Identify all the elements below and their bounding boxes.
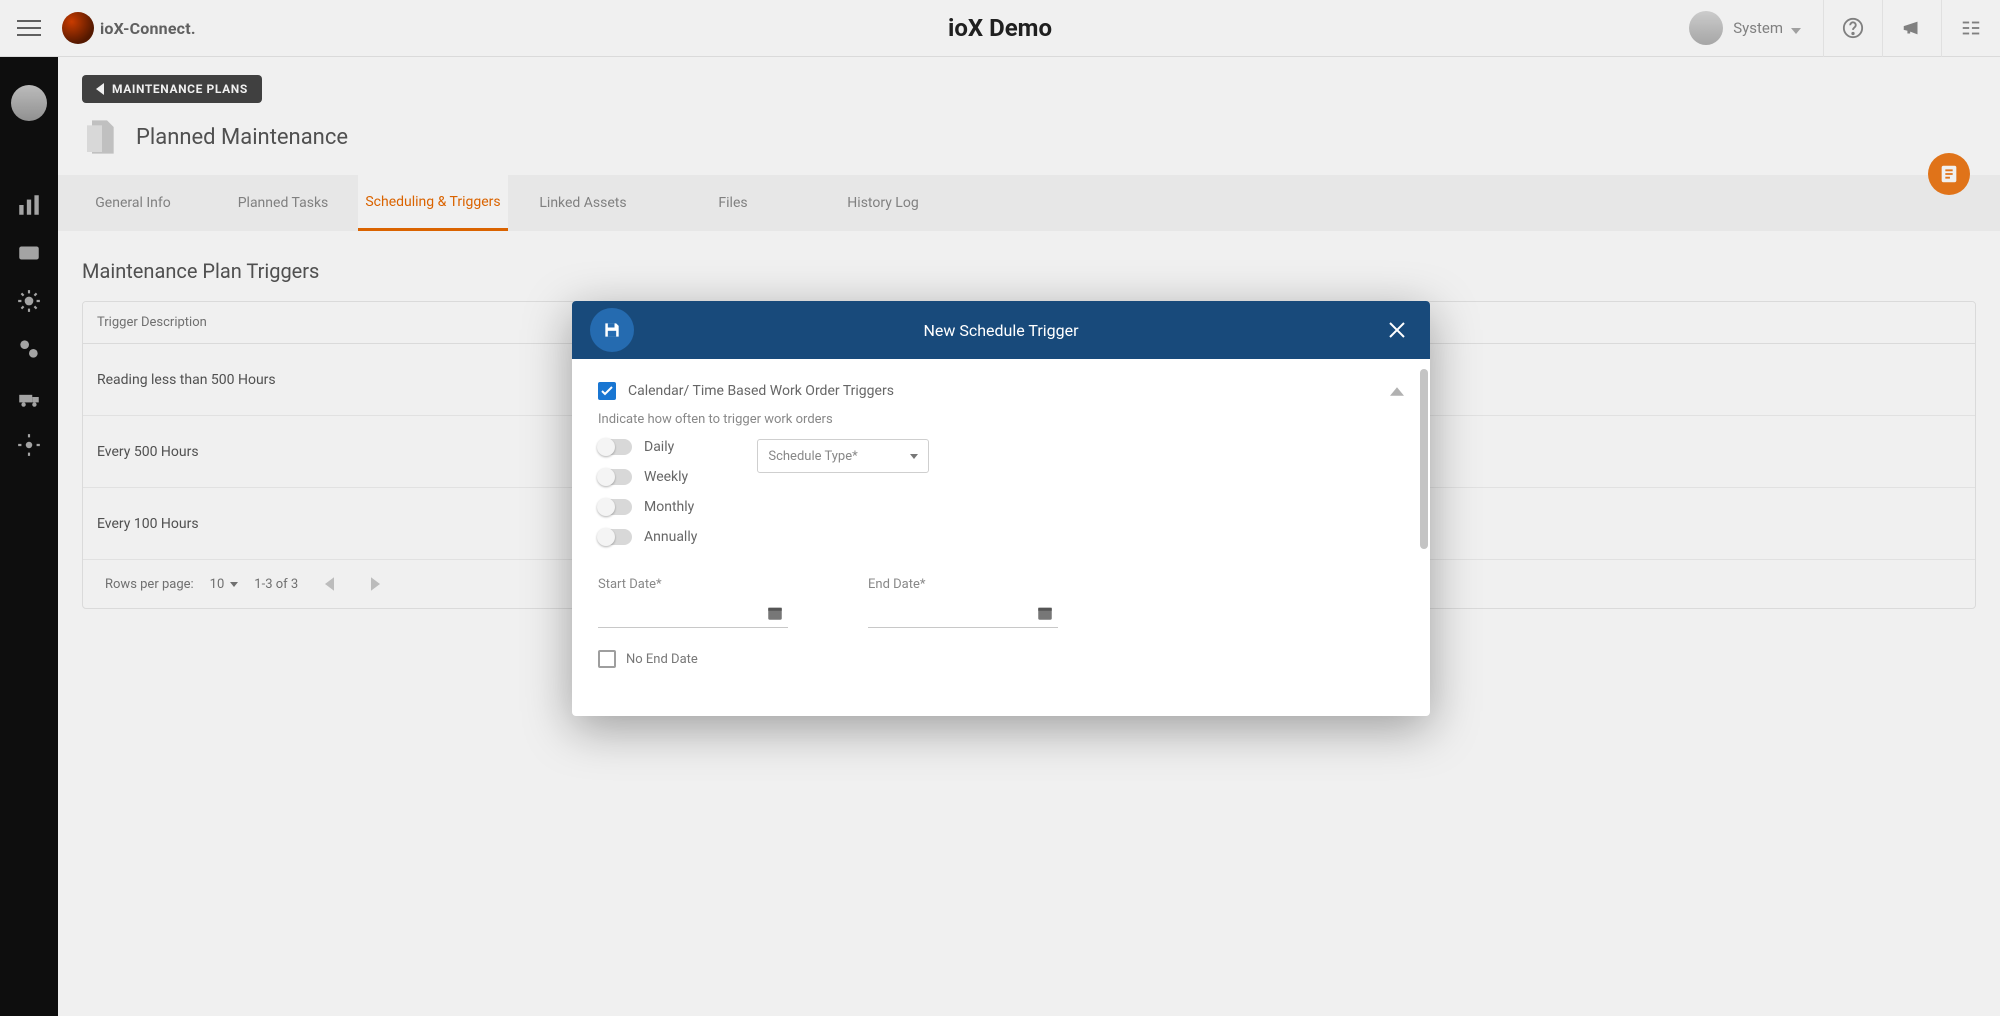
accordion-header[interactable]: Calendar/ Time Based Work Order Triggers	[598, 381, 1404, 400]
label-annually: Annually	[644, 529, 697, 545]
modal-scrollbar[interactable]	[1420, 369, 1428, 549]
section-title: Calendar/ Time Based Work Order Triggers	[628, 383, 894, 399]
section-checkbox[interactable]	[598, 382, 616, 400]
schedule-type-select[interactable]: Schedule Type*	[757, 439, 929, 473]
close-icon	[1389, 322, 1405, 338]
end-date-label: End Date*	[868, 577, 925, 592]
chevron-down-icon	[910, 454, 918, 459]
save-button[interactable]	[590, 308, 634, 352]
toggle-daily[interactable]	[598, 439, 632, 455]
calendar-icon	[1036, 604, 1054, 622]
save-icon	[602, 320, 622, 340]
toggle-weekly[interactable]	[598, 469, 632, 485]
frequency-hint: Indicate how often to trigger work order…	[598, 412, 1404, 427]
new-schedule-trigger-modal: New Schedule Trigger Calendar/ Time Base…	[572, 301, 1430, 716]
end-date-input[interactable]	[868, 598, 1058, 628]
label-daily: Daily	[644, 439, 674, 455]
check-icon	[601, 386, 613, 396]
toggle-annually[interactable]	[598, 529, 632, 545]
no-end-date-label: No End Date	[626, 652, 698, 667]
chevron-up-icon	[1390, 381, 1404, 400]
label-weekly: Weekly	[644, 469, 688, 485]
toggle-monthly[interactable]	[598, 499, 632, 515]
label-monthly: Monthly	[644, 499, 694, 515]
start-date-label: Start Date*	[598, 577, 662, 592]
modal-title: New Schedule Trigger	[923, 321, 1078, 340]
no-end-date-checkbox[interactable]	[598, 650, 616, 668]
close-button[interactable]	[1382, 315, 1412, 345]
calendar-icon	[766, 604, 784, 622]
start-date-input[interactable]	[598, 598, 788, 628]
